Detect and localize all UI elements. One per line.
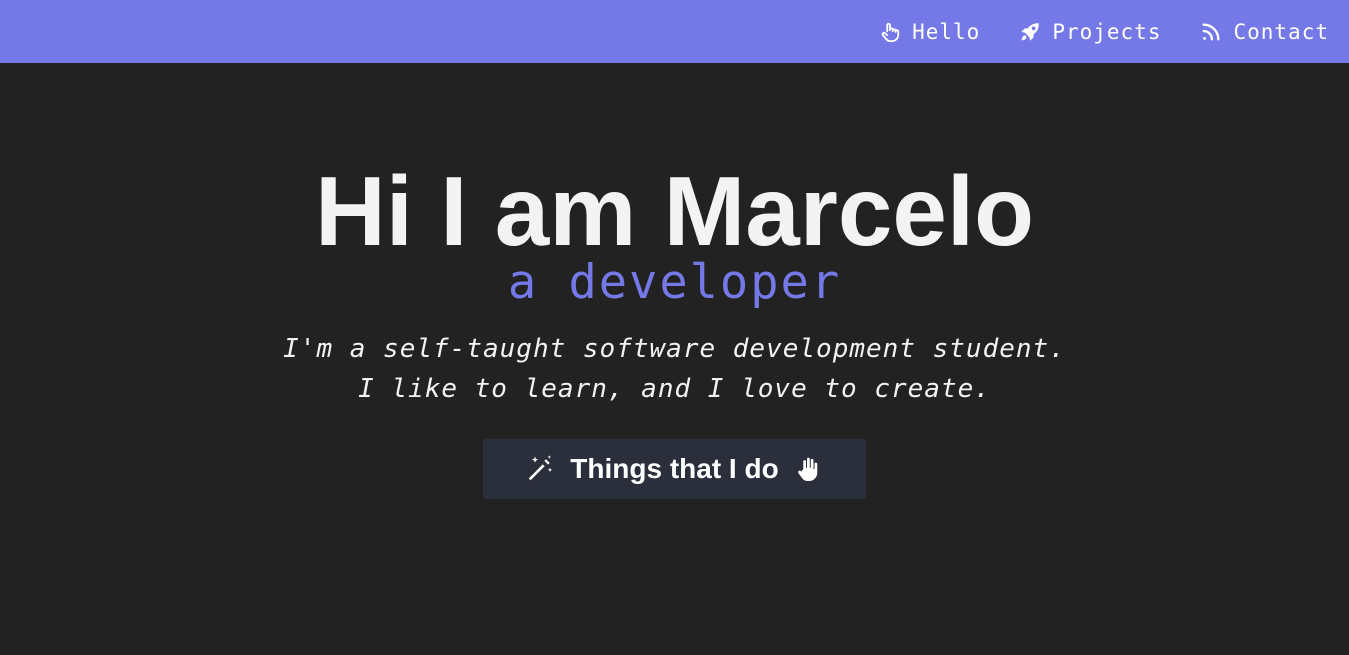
nav-item-projects[interactable]: Projects: [1019, 20, 1161, 44]
hand-pointer-icon: [879, 21, 901, 43]
nav-item-label: Contact: [1233, 19, 1329, 44]
hero-description-line: I'm a self-taught software development s…: [283, 334, 1066, 364]
top-navbar: Hello Projects Contact: [0, 0, 1349, 63]
rss-icon: [1200, 21, 1222, 43]
hero-section: Hi I am Marcelo a developer I'm a self-t…: [0, 63, 1349, 655]
nav-item-hello[interactable]: Hello: [879, 20, 980, 44]
rocket-icon: [1019, 21, 1041, 43]
nav-item-label: Projects: [1052, 19, 1162, 44]
hero-title: Hi I am Marcelo: [315, 156, 1034, 266]
magic-wand-icon: [524, 453, 556, 485]
things-i-do-button[interactable]: Things that I do: [483, 439, 866, 499]
things-i-do-label: Things that I do: [570, 453, 779, 484]
hero-description-line: I like to learn, and I love to create.: [358, 374, 991, 404]
hero-subtitle: a developer: [507, 255, 842, 310]
hero-description: I'm a self-taught software development s…: [0, 329, 1349, 409]
nav-item-contact[interactable]: Contact: [1200, 20, 1329, 44]
raised-hand-icon: [793, 453, 825, 485]
nav-item-label: Hello: [912, 19, 981, 44]
